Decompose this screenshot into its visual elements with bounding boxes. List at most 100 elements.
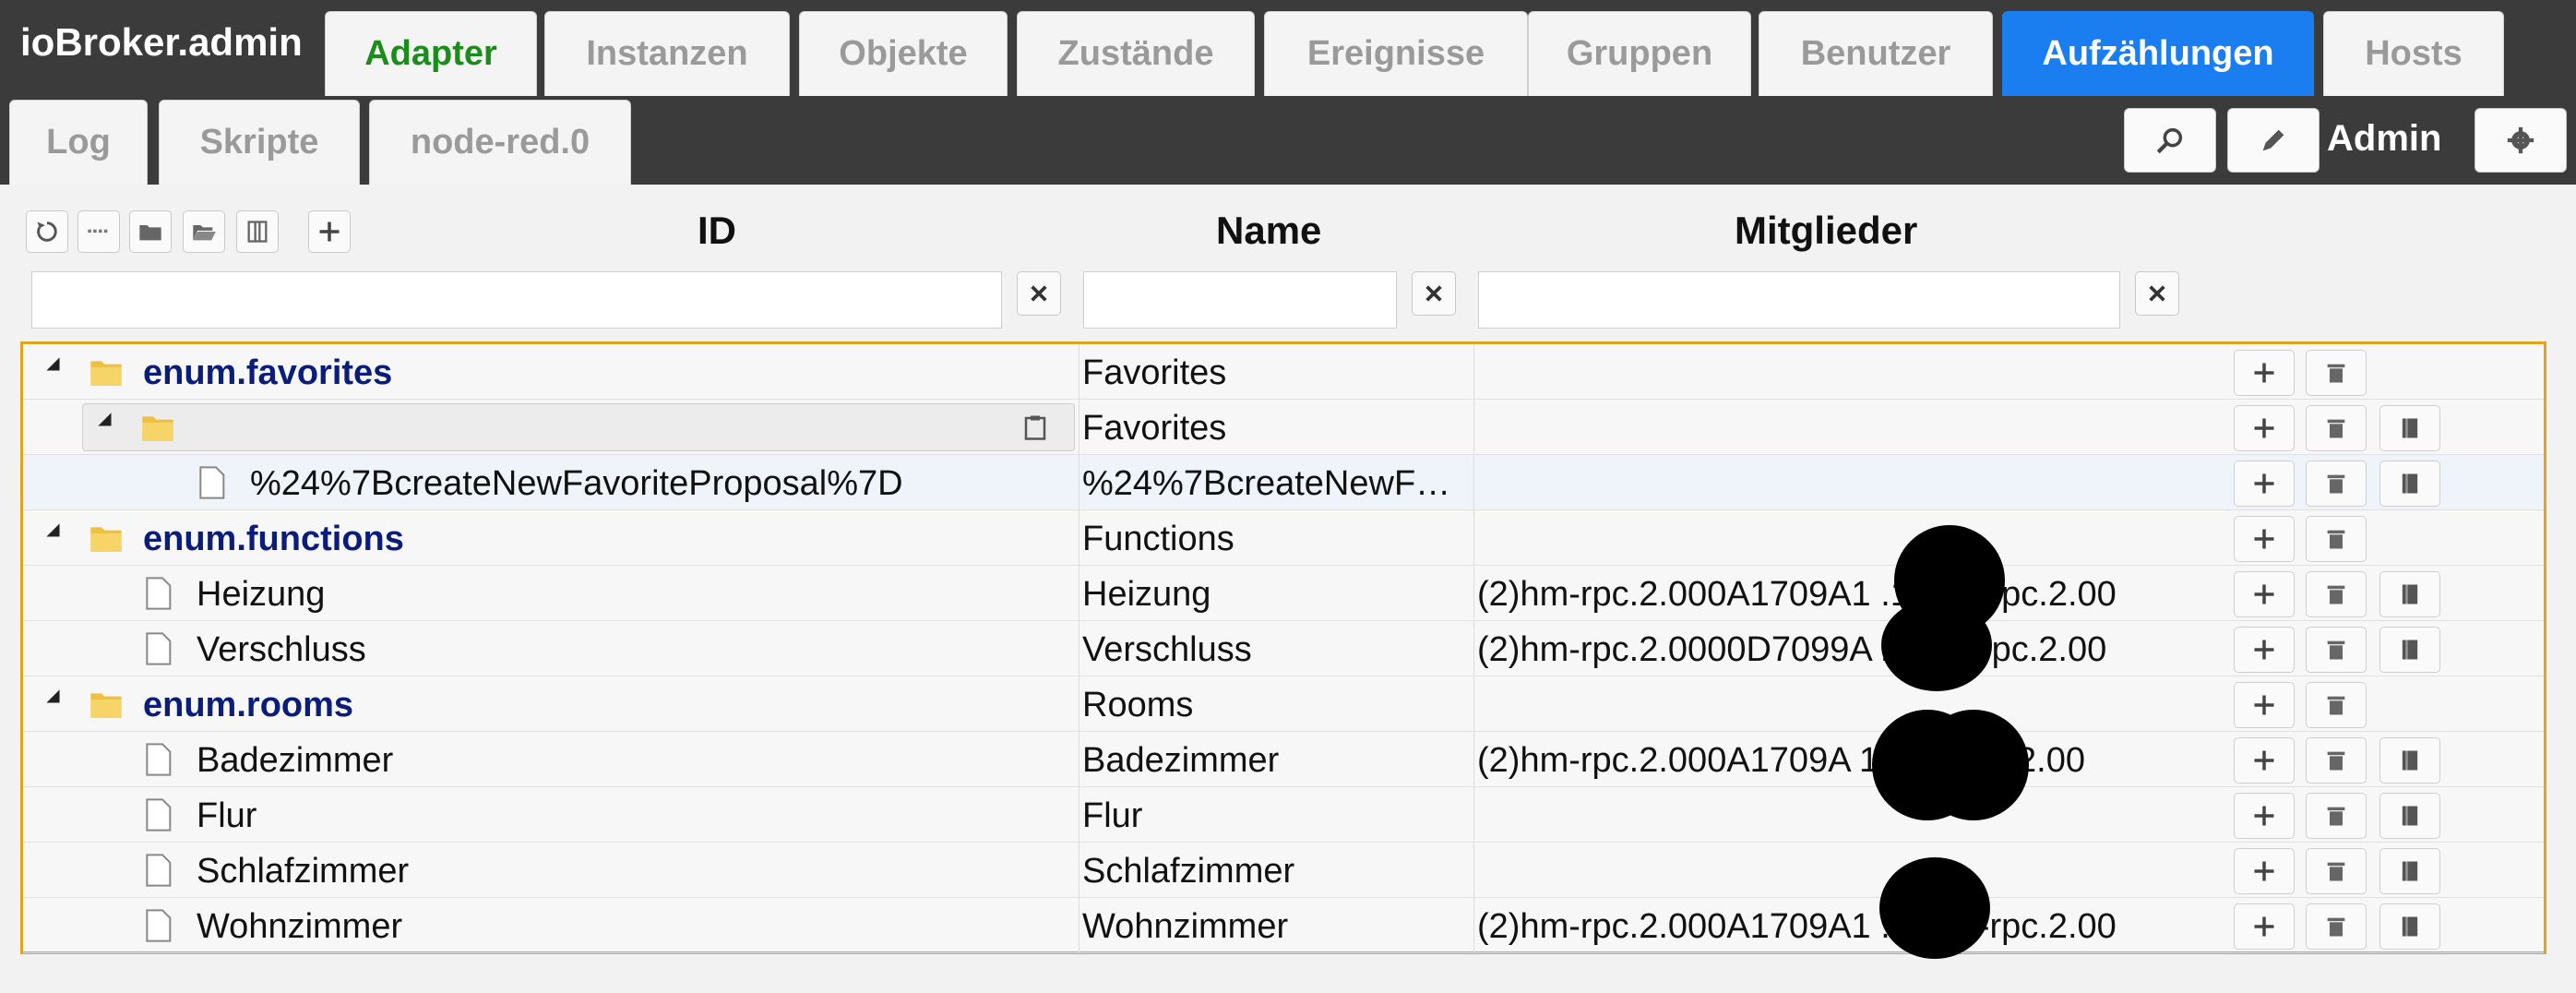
trash-icon bbox=[2327, 474, 2345, 494]
trash-icon bbox=[2327, 862, 2345, 881]
row-name: Functions bbox=[1082, 520, 1234, 558]
add-child-button[interactable] bbox=[2234, 571, 2295, 617]
delete-button[interactable] bbox=[2306, 405, 2367, 451]
trash-icon bbox=[2327, 807, 2345, 826]
name-filter-input[interactable] bbox=[1083, 271, 1397, 329]
table-row[interactable]: Favorites bbox=[23, 400, 2544, 455]
column-header-members[interactable]: Mitglieder bbox=[1735, 209, 1917, 253]
edit-button[interactable] bbox=[2379, 627, 2440, 673]
edit-button[interactable] bbox=[2379, 571, 2440, 617]
column-header-name[interactable]: Name bbox=[1216, 209, 1321, 253]
trash-icon bbox=[2327, 585, 2345, 604]
tab-instanzen[interactable]: Instanzen bbox=[544, 11, 790, 96]
clear-name-filter-button[interactable] bbox=[1412, 271, 1456, 316]
table-row[interactable]: Schlafzimmer Schlafzimmer bbox=[23, 843, 2544, 898]
table-row[interactable]: Badezimmer Badezimmer (2)hm-rpc.2.000A17… bbox=[23, 732, 2544, 787]
plus-icon bbox=[2254, 750, 2274, 771]
edit-button[interactable] bbox=[2379, 903, 2440, 950]
edit-button[interactable] bbox=[2227, 108, 2320, 173]
table-row[interactable]: Flur Flur bbox=[23, 787, 2544, 843]
table-row[interactable]: %24%7BcreateNewFavoriteProposal%7D %24%7… bbox=[23, 455, 2544, 510]
add-child-button[interactable] bbox=[2234, 350, 2295, 396]
folder-icon bbox=[90, 527, 122, 552]
add-child-button[interactable] bbox=[2234, 848, 2295, 894]
tab-log[interactable]: Log bbox=[9, 100, 148, 185]
tab-aufzaehlungen[interactable]: Aufzählungen bbox=[2002, 11, 2314, 96]
settings-button[interactable] bbox=[2475, 108, 2567, 173]
clear-id-filter-button[interactable] bbox=[1017, 271, 1061, 316]
delete-button[interactable] bbox=[2306, 350, 2367, 396]
expand-all-button[interactable] bbox=[183, 210, 225, 253]
add-button[interactable] bbox=[308, 210, 351, 253]
folder-icon bbox=[90, 361, 122, 386]
pencil-icon bbox=[2262, 129, 2284, 151]
tab-benutzer[interactable]: Benutzer bbox=[1759, 11, 1993, 96]
row-members: (2)hm-rpc.2.000A1709A1 .1, hm-rpc.2.00 bbox=[1477, 575, 2117, 614]
add-child-button[interactable] bbox=[2234, 461, 2295, 507]
table-row[interactable]: enum.favorites Favorites bbox=[23, 344, 2544, 400]
add-child-button[interactable] bbox=[2234, 903, 2295, 950]
plus-icon bbox=[2254, 695, 2274, 715]
id-filter-input[interactable] bbox=[31, 271, 1002, 329]
add-child-button[interactable] bbox=[2234, 682, 2295, 728]
collapse-all-button[interactable] bbox=[129, 210, 172, 253]
list-view-button[interactable] bbox=[78, 210, 120, 253]
clipboard-icon[interactable] bbox=[1021, 413, 1049, 442]
delete-button[interactable] bbox=[2306, 737, 2367, 784]
table-row[interactable]: Verschluss Verschluss (2)hm-rpc.2.0000D7… bbox=[23, 621, 2544, 676]
refresh-button[interactable] bbox=[26, 210, 68, 253]
trash-icon bbox=[2327, 530, 2345, 549]
trash-icon bbox=[2327, 364, 2345, 383]
table-row[interactable]: enum.functions Functions bbox=[23, 510, 2544, 566]
table-row[interactable]: Heizung Heizung (2)hm-rpc.2.000A1709A1 .… bbox=[23, 566, 2544, 621]
plus-icon bbox=[2254, 363, 2274, 383]
search-button[interactable] bbox=[2124, 108, 2216, 173]
add-child-button[interactable] bbox=[2234, 405, 2295, 451]
tab-gruppen[interactable]: Gruppen bbox=[1528, 11, 1751, 96]
delete-button[interactable] bbox=[2306, 903, 2367, 950]
delete-button[interactable] bbox=[2306, 682, 2367, 728]
tab-hosts[interactable]: Hosts bbox=[2323, 11, 2504, 96]
add-child-button[interactable] bbox=[2234, 627, 2295, 673]
delete-button[interactable] bbox=[2306, 848, 2367, 894]
enum-tree-table: enum.favorites Favorites Favorites %24%7… bbox=[20, 341, 2546, 959]
members-filter-input[interactable] bbox=[1478, 271, 2120, 329]
edit-button[interactable] bbox=[2379, 793, 2440, 839]
delete-button[interactable] bbox=[2306, 793, 2367, 839]
delete-button[interactable] bbox=[2306, 461, 2367, 507]
tab-ereignisse[interactable]: Ereignisse bbox=[1264, 11, 1528, 96]
table-row[interactable]: Wohnzimmer Wohnzimmer (2)hm-rpc.2.000A17… bbox=[23, 898, 2544, 953]
tab-node-red[interactable]: node-red.0 bbox=[369, 100, 631, 185]
trash-icon bbox=[2327, 696, 2345, 715]
id-edit-field[interactable] bbox=[82, 403, 1075, 451]
close-icon bbox=[2149, 285, 2165, 302]
delete-button[interactable] bbox=[2306, 627, 2367, 673]
edit-button[interactable] bbox=[2379, 737, 2440, 784]
redaction-mark bbox=[1881, 599, 1992, 691]
edit-icon bbox=[2402, 473, 2418, 494]
edit-button[interactable] bbox=[2379, 461, 2440, 507]
column-header-id[interactable]: ID bbox=[698, 209, 736, 253]
add-child-button[interactable] bbox=[2234, 737, 2295, 784]
plus-icon bbox=[2254, 529, 2274, 549]
tab-zustaende[interactable]: Zustände bbox=[1017, 11, 1255, 96]
tab-adapter[interactable]: Adapter bbox=[325, 11, 537, 96]
edit-button[interactable] bbox=[2379, 848, 2440, 894]
clear-members-filter-button[interactable] bbox=[2135, 271, 2179, 316]
add-child-button[interactable] bbox=[2234, 516, 2295, 562]
file-icon bbox=[146, 854, 172, 887]
edit-icon bbox=[2402, 916, 2418, 937]
row-name: Heizung bbox=[1082, 575, 1211, 614]
tab-skripte[interactable]: Skripte bbox=[159, 100, 360, 185]
edit-button[interactable] bbox=[2379, 405, 2440, 451]
delete-button[interactable] bbox=[2306, 516, 2367, 562]
row-id: Wohnzimmer bbox=[197, 907, 403, 946]
columns-button[interactable] bbox=[236, 210, 279, 253]
row-members: (2)hm-rpc.2.0000D7099A 1, hm-rpc.2.00 bbox=[1477, 630, 2107, 669]
table-row[interactable]: enum.rooms Rooms bbox=[23, 676, 2544, 732]
add-child-button[interactable] bbox=[2234, 793, 2295, 839]
tab-objekte[interactable]: Objekte bbox=[799, 11, 1008, 96]
plus-icon bbox=[2254, 806, 2274, 826]
delete-button[interactable] bbox=[2306, 571, 2367, 617]
folder-open-icon bbox=[193, 225, 216, 241]
